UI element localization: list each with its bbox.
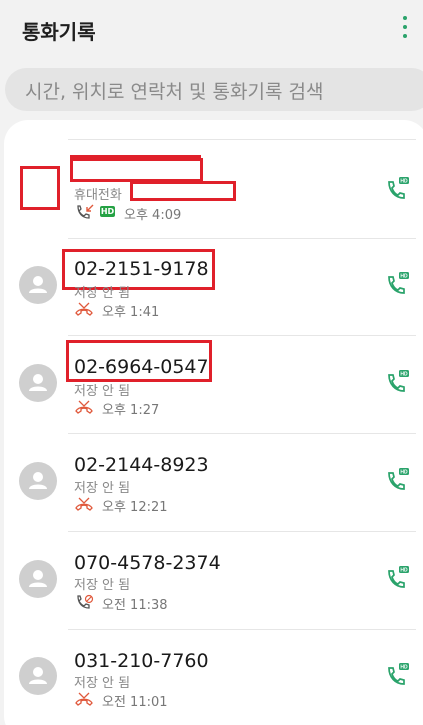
person-icon [29, 374, 47, 391]
call-log-list [4, 120, 423, 725]
redaction-box [130, 181, 236, 201]
avatar [19, 364, 57, 402]
list-divider [68, 238, 416, 239]
missed-call-icon [75, 692, 93, 706]
phone-number: 070-4578-2374 [74, 552, 221, 574]
hd-call-button[interactable]: HD [386, 565, 410, 591]
hd-call-button[interactable]: HD [386, 176, 410, 202]
svg-text:HD: HD [400, 372, 408, 378]
hd-voice-call-icon: HD [388, 468, 409, 490]
missed-call-icon [75, 497, 93, 511]
list-divider [68, 531, 416, 532]
incoming-call-icon [77, 204, 94, 219]
hd-voice-call-icon: HD [388, 663, 409, 685]
search-placeholder: 시간, 위치로 연락처 및 통화기록 검색 [25, 81, 324, 103]
avatar [19, 560, 57, 598]
contact-subtitle: 저장 안 됨 [74, 384, 131, 399]
list-divider [68, 139, 416, 140]
more-options-icon[interactable] [398, 16, 412, 42]
hd-voice-call-icon: HD [388, 370, 409, 392]
person-icon [29, 276, 47, 293]
redaction-box [66, 340, 212, 382]
phone-number: 02-2144-8923 [74, 454, 209, 476]
avatar [19, 462, 57, 500]
hd-call-button[interactable]: HD [386, 467, 410, 493]
hd-voice-call-icon: HD [388, 177, 409, 199]
svg-text:HD: HD [400, 665, 408, 671]
contact-subtitle: 저장 안 됨 [74, 578, 131, 593]
redaction-box [70, 158, 203, 182]
hd-call-button[interactable]: HD [386, 662, 410, 688]
avatar [19, 657, 57, 695]
svg-text:HD: HD [400, 179, 408, 185]
svg-text:HD: HD [400, 470, 408, 476]
contact-subtitle: 저장 안 됨 [74, 481, 131, 496]
page-title: 통화기록 [22, 20, 96, 44]
hd-call-button[interactable]: HD [386, 369, 410, 395]
hd-voice-call-icon: HD [388, 566, 409, 588]
hd-call-button[interactable]: HD [386, 271, 410, 297]
app-header: 통화기록 [0, 0, 423, 62]
person-icon [29, 570, 47, 587]
redacted-avatar [20, 166, 60, 210]
person-icon [29, 472, 47, 489]
missed-call-icon [75, 302, 93, 316]
svg-text:HD: HD [400, 274, 408, 280]
hd-voice-call-icon: HD [388, 272, 409, 294]
avatar [19, 266, 57, 304]
search-bar[interactable]: 시간, 위치로 연락처 및 통화기록 검색 [5, 68, 423, 111]
phone-number: 031-210-7760 [74, 650, 209, 672]
call-time: 오전 11:01 [102, 695, 168, 710]
call-time: 오후 4:09 [124, 208, 182, 223]
call-time: 오후 12:21 [102, 500, 168, 515]
call-time: 오후 1:27 [102, 403, 160, 418]
call-time: 오전 11:38 [102, 598, 168, 613]
svg-text:HD: HD [400, 568, 408, 574]
person-icon [29, 667, 47, 684]
contact-subtitle: 저장 안 됨 [74, 286, 131, 301]
hd-badge: HD [100, 206, 115, 217]
list-divider [68, 629, 416, 630]
contact-subtitle: 휴대전화 [74, 188, 122, 203]
missed-call-icon [75, 400, 93, 414]
rejected-call-icon [77, 594, 94, 609]
contact-subtitle: 저장 안 됨 [74, 676, 131, 691]
list-divider [68, 335, 416, 336]
call-time: 오후 1:41 [102, 305, 160, 320]
list-divider [68, 433, 416, 434]
